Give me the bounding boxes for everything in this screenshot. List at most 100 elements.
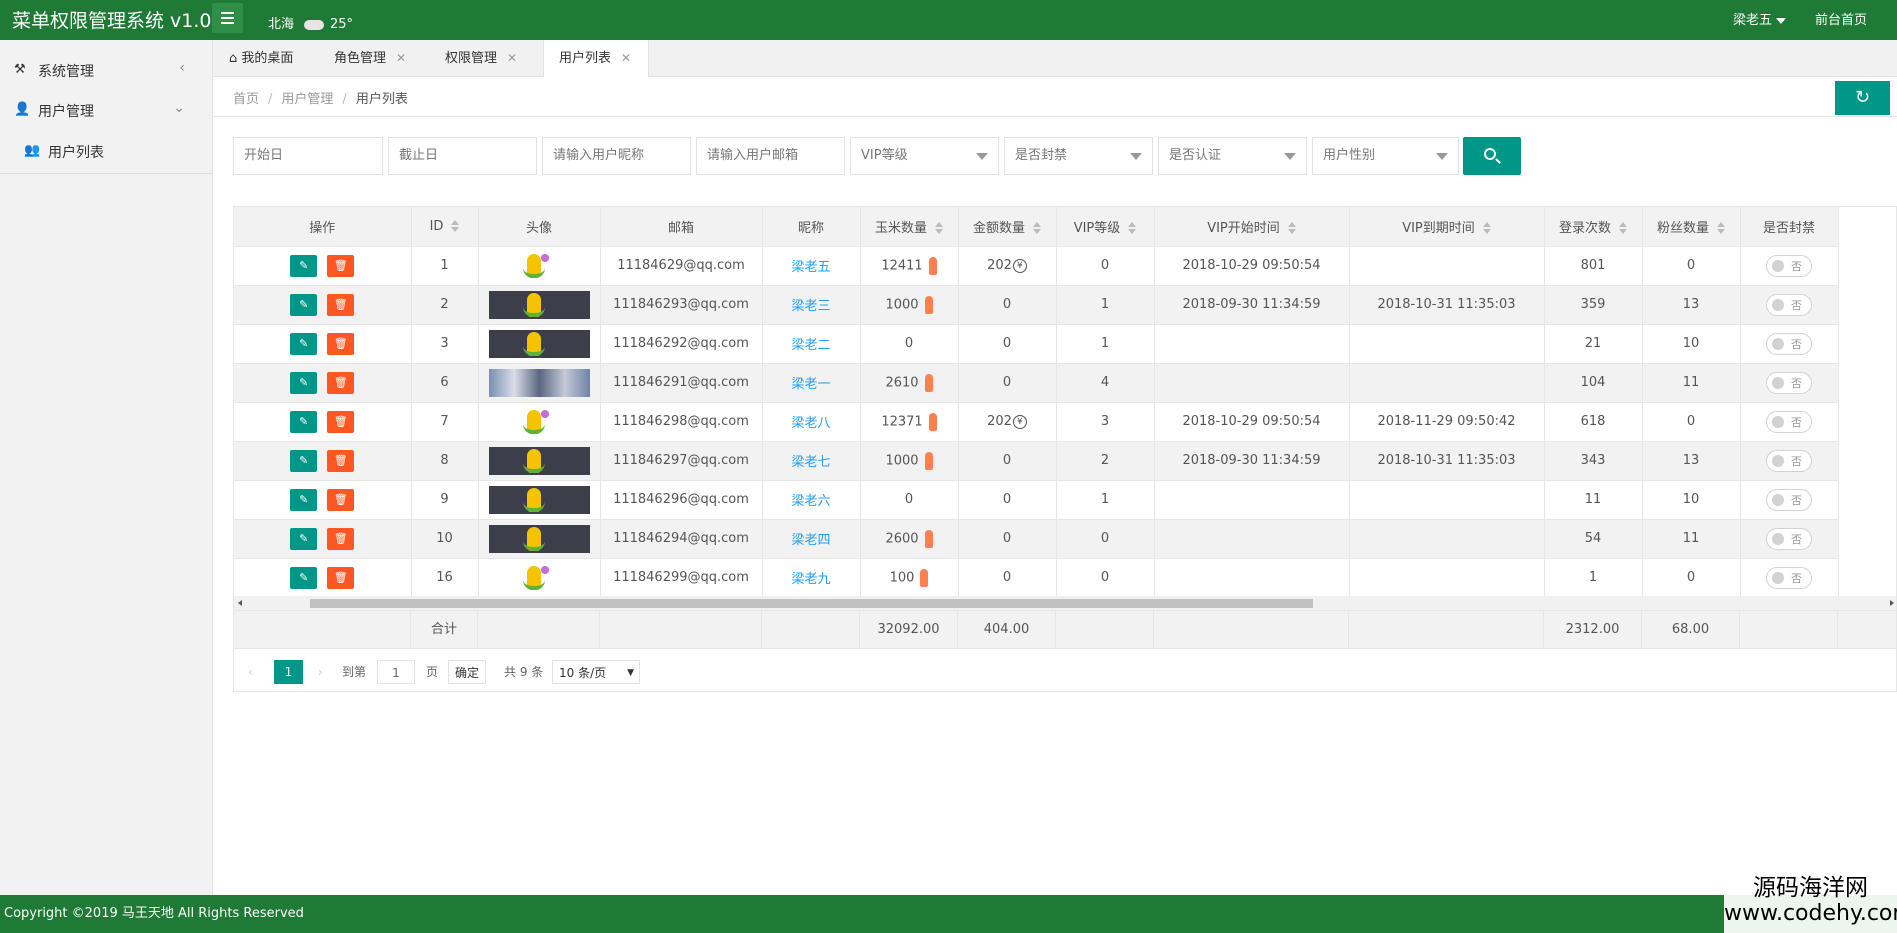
- column-header[interactable]: 粉丝数量: [1642, 207, 1741, 247]
- total-cell: [1056, 611, 1154, 649]
- horizontal-scrollbar[interactable]: [234, 596, 1896, 610]
- corn-cell: 1000: [860, 285, 959, 325]
- scroll-right-icon[interactable]: [1890, 600, 1894, 606]
- edit-button[interactable]: ✎: [290, 527, 318, 550]
- breadcrumb-home[interactable]: 首页: [233, 92, 259, 107]
- nickname-link[interactable]: 梁老三: [791, 299, 830, 314]
- nickname-link[interactable]: 梁老五: [791, 260, 830, 275]
- delete-button[interactable]: 🗑: [327, 488, 355, 511]
- column-header[interactable]: 登录次数: [1544, 207, 1643, 247]
- scroll-left-icon[interactable]: [238, 600, 242, 606]
- column-header-label: 头像: [525, 220, 552, 236]
- delete-button[interactable]: 🗑: [327, 332, 355, 355]
- id-cell: 1: [411, 246, 479, 286]
- next-page-icon[interactable]: ›: [318, 660, 323, 684]
- breadcrumb: 首页 / 用户管理 / 用户列表: [233, 88, 408, 107]
- user-menu[interactable]: 梁老五: [1733, 9, 1787, 28]
- page-1-button[interactable]: 1: [274, 660, 303, 684]
- verified-select[interactable]: 是否认证: [1158, 137, 1307, 175]
- column-header[interactable]: VIP等级: [1056, 207, 1155, 247]
- edit-button[interactable]: ✎: [290, 293, 318, 316]
- confirm-page-button[interactable]: 确定: [448, 660, 486, 684]
- sidebar-item-user-list[interactable]: 👥 用户列表: [0, 131, 213, 171]
- vip-level-select[interactable]: VIP等级: [850, 137, 999, 175]
- search-button[interactable]: [1463, 137, 1521, 175]
- delete-button[interactable]: 🗑: [327, 566, 355, 589]
- nickname-link[interactable]: 梁老九: [791, 572, 830, 587]
- refresh-button[interactable]: ↻: [1835, 81, 1890, 115]
- prev-page-icon[interactable]: ‹: [248, 660, 253, 684]
- nickname-link[interactable]: 梁老四: [791, 533, 830, 548]
- edit-button[interactable]: ✎: [290, 332, 318, 355]
- banned-cell: 否: [1740, 558, 1839, 598]
- avatar: [488, 446, 590, 475]
- scrollbar-thumb[interactable]: [310, 599, 1313, 608]
- per-page-select[interactable]: 10 条/页 ▼: [552, 660, 640, 684]
- edit-button[interactable]: ✎: [290, 254, 318, 277]
- banned-select[interactable]: 是否封禁: [1004, 137, 1153, 175]
- edit-button[interactable]: ✎: [290, 449, 318, 472]
- column-header[interactable]: VIP到期时间: [1349, 207, 1545, 247]
- sort-icon[interactable]: [1619, 222, 1627, 235]
- end-date-input[interactable]: 截止日: [388, 137, 537, 175]
- delete-button[interactable]: 🗑: [327, 254, 355, 277]
- sort-icon[interactable]: [1128, 222, 1137, 235]
- banned-cell: 否: [1740, 519, 1839, 559]
- column-header[interactable]: 玉米数量: [860, 207, 959, 247]
- sort-icon[interactable]: [1287, 222, 1296, 235]
- banned-toggle[interactable]: 否: [1766, 293, 1812, 316]
- delete-button[interactable]: 🗑: [327, 527, 355, 550]
- gender-select[interactable]: 用户性别: [1312, 137, 1459, 175]
- login-count-cell: 1: [1544, 558, 1643, 598]
- nickname-link[interactable]: 梁老一: [791, 377, 830, 392]
- close-icon[interactable]: ✕: [396, 51, 406, 65]
- front-home-link[interactable]: 前台首页: [1815, 9, 1867, 28]
- delete-button[interactable]: 🗑: [327, 371, 355, 394]
- nickname-cell: 梁老二: [762, 324, 861, 364]
- sidebar-item-users[interactable]: 👤 用户管理 ⌄: [0, 90, 213, 130]
- caret-down-icon: [1776, 17, 1787, 24]
- banned-toggle[interactable]: 否: [1766, 527, 1812, 550]
- tab-desktop[interactable]: ⌂ 我的桌面: [229, 40, 316, 77]
- banned-toggle[interactable]: 否: [1766, 449, 1812, 472]
- column-header[interactable]: VIP开始时间: [1154, 207, 1350, 247]
- edit-button[interactable]: ✎: [290, 566, 318, 589]
- column-header[interactable]: 金额数量: [958, 207, 1057, 247]
- banned-toggle[interactable]: 否: [1766, 371, 1812, 394]
- page-number-input[interactable]: 1: [377, 660, 415, 684]
- banned-toggle[interactable]: 否: [1766, 488, 1812, 511]
- delete-button[interactable]: 🗑: [327, 293, 355, 316]
- column-header[interactable]: ID: [411, 207, 479, 247]
- breadcrumb-section[interactable]: 用户管理: [281, 92, 333, 107]
- banned-cell: 否: [1740, 324, 1839, 364]
- banned-toggle[interactable]: 否: [1766, 566, 1812, 589]
- nickname-link[interactable]: 梁老六: [791, 494, 830, 509]
- email-input[interactable]: 请输入用户邮箱: [696, 137, 845, 175]
- menu-toggle-icon[interactable]: [212, 3, 243, 33]
- close-icon[interactable]: ✕: [507, 51, 517, 65]
- tab-user-list[interactable]: 用户列表 ✕: [543, 40, 649, 77]
- sort-icon[interactable]: [451, 220, 460, 233]
- delete-button[interactable]: 🗑: [327, 449, 355, 472]
- sort-icon[interactable]: [1033, 222, 1041, 235]
- sidebar-item-system[interactable]: ⚒ 系统管理 ‹: [0, 50, 213, 90]
- close-icon[interactable]: ✕: [621, 51, 631, 65]
- sort-icon[interactable]: [935, 222, 943, 235]
- sort-icon[interactable]: [1717, 222, 1725, 235]
- sort-icon[interactable]: [1482, 222, 1491, 235]
- edit-button[interactable]: ✎: [290, 371, 318, 394]
- banned-toggle[interactable]: 否: [1766, 410, 1812, 433]
- banned-toggle[interactable]: 否: [1766, 254, 1812, 277]
- banned-toggle[interactable]: 否: [1766, 332, 1812, 355]
- nickname-link[interactable]: 梁老八: [791, 416, 830, 431]
- nickname-input[interactable]: 请输入用户昵称: [542, 137, 691, 175]
- edit-button[interactable]: ✎: [290, 410, 318, 433]
- edit-button[interactable]: ✎: [290, 488, 318, 511]
- start-date-input[interactable]: 开始日: [233, 137, 383, 175]
- tab-permissions[interactable]: 权限管理 ✕: [445, 40, 533, 77]
- nickname-link[interactable]: 梁老二: [791, 338, 830, 353]
- delete-button[interactable]: 🗑: [327, 410, 355, 433]
- divider: [213, 116, 1897, 117]
- tab-roles[interactable]: 角色管理 ✕: [334, 40, 424, 77]
- nickname-link[interactable]: 梁老七: [791, 455, 830, 470]
